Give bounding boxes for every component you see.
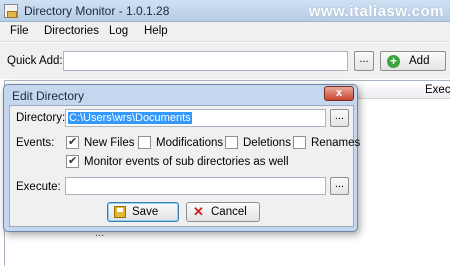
execute-label: Execute: (16, 181, 61, 193)
quick-add-input[interactable] (63, 51, 348, 71)
modifications-checkbox[interactable] (138, 136, 151, 149)
execute-field[interactable] (65, 177, 326, 195)
save-button-label: Save (132, 206, 159, 218)
cancel-button[interactable]: ✕ Cancel (186, 202, 260, 222)
quick-add-browse-button[interactable]: ... (354, 51, 374, 71)
subdirectories-label: Monitor events of sub directories as wel… (84, 156, 289, 168)
directory-label: Directory: (16, 112, 66, 124)
directory-browse-button[interactable]: ... (330, 109, 349, 127)
add-button[interactable]: + Add (380, 51, 446, 71)
menu-log[interactable]: Log (109, 25, 128, 37)
add-button-label: Add (409, 55, 430, 67)
menu-bar: File Directories Log Help (0, 22, 450, 42)
main-title-bar: Directory Monitor - 1.0.1.28 www.italias… (0, 0, 450, 22)
column-header-execute[interactable]: Execute (425, 84, 450, 96)
directory-field[interactable]: C:\Users\wrs\Documents (65, 109, 326, 127)
directory-value: C:\Users\wrs\Documents (68, 112, 192, 124)
subdirectories-checkbox[interactable] (66, 154, 79, 168)
cancel-x-icon: ✕ (193, 204, 204, 219)
deletions-label: Deletions (243, 137, 291, 149)
dialog-body: Directory: C:\Users\wrs\Documents ... Ev… (9, 105, 360, 227)
watermark: www.italiasw.com (308, 3, 444, 20)
new-files-label: New Files (84, 137, 135, 149)
renames-checkbox[interactable] (293, 136, 306, 149)
floppy-disk-icon (114, 206, 126, 218)
menu-help[interactable]: Help (144, 25, 168, 37)
execute-browse-button[interactable]: ... (330, 177, 349, 195)
menu-directories[interactable]: Directories (44, 25, 99, 37)
dialog-title: Edit Directory (12, 89, 85, 103)
menu-file[interactable]: File (10, 25, 29, 37)
renames-label: Renames (311, 137, 361, 149)
events-label: Events: (16, 137, 55, 149)
quick-add-toolbar: Quick Add: ... + Add (0, 43, 450, 79)
dialog-close-button[interactable]: x (324, 86, 354, 101)
edit-directory-dialog: Edit Directory x Directory: C:\Users\wrs… (3, 84, 360, 232)
cancel-button-label: Cancel (211, 206, 247, 218)
quick-add-label: Quick Add: (7, 55, 63, 67)
modifications-label: Modifications (156, 137, 224, 149)
new-files-checkbox[interactable] (66, 135, 79, 149)
save-button[interactable]: Save (107, 202, 179, 222)
app-folder-icon (4, 4, 18, 18)
window-title: Directory Monitor - 1.0.1.28 (24, 4, 170, 18)
plus-icon: + (387, 55, 400, 68)
deletions-checkbox[interactable] (225, 136, 238, 149)
